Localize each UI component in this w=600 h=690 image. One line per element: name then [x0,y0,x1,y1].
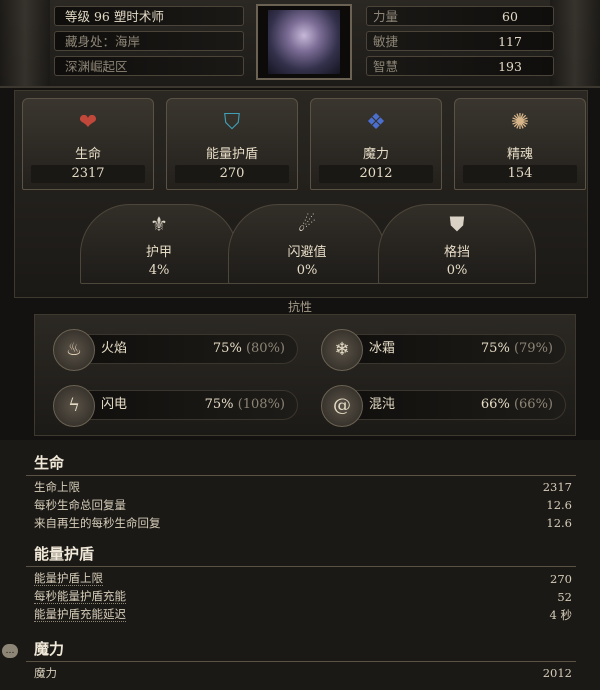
zone-label: 深渊崛起区 [54,56,244,76]
section-title-life: 生命 [34,454,65,472]
level-class-label: 等级 96 塑时术师 [54,6,244,26]
stat-name: 精魂 [506,147,533,162]
resistance-name: 闪电 [101,397,128,412]
attribute-intelligence: 智慧 193 [366,56,554,76]
evasion-icon: ☄ [298,212,316,236]
section-divider [26,566,576,567]
defence-value: 0% [296,263,318,278]
detail-row[interactable]: 魔力 2012 [34,665,572,681]
stat-value: 270 [175,165,289,183]
detail-row[interactable]: 能量护盾充能延迟 4 秒 [34,607,572,623]
lightning-icon: ϟ [53,385,95,427]
defence-name: 闪避值 [287,245,327,260]
character-header: 等级 96 塑时术师 藏身处：海岸 深渊崛起区 力量 60 敏捷 117 智慧 … [0,0,600,88]
resistance-name: 冰霜 [369,341,396,356]
block-icon: ⛊ [449,212,465,236]
portrait-frame[interactable] [256,4,352,80]
stat-name: 生命 [74,147,101,162]
resistance-value: 75% (108%) [204,397,285,412]
stat-name: 魔力 [362,147,389,162]
chaos-icon: @ [321,385,363,427]
detail-row[interactable]: 来自再生的每秒生命回复 12.6 [34,515,572,531]
resistance-value: 66% (66%) [480,397,553,412]
character-portrait [268,10,340,74]
resistance-max: (66%) [513,397,553,412]
detail-row[interactable]: 能量护盾上限 270 [34,571,572,587]
resistance-value: 75% (79%) [480,341,553,356]
defence-name: 格挡 [443,245,470,260]
stat-value: 154 [463,165,577,183]
stat-energy-shield[interactable]: ⛉ 能量护盾 270 [166,98,298,190]
attribute-label: 力量 [373,9,399,24]
attribute-dexterity: 敏捷 117 [366,31,554,51]
defence-value: 4% [148,263,170,278]
section-title-mana: 魔力 [34,640,65,658]
attribute-value: 193 [498,59,522,74]
detail-row[interactable]: 生命上限 2317 [34,479,572,495]
details-panel [0,440,600,690]
hideout-label[interactable]: 藏身处：海岸 [54,31,244,51]
detail-row[interactable]: 每秒能量护盾充能 52 [34,589,572,605]
spirit-icon: ✺ [510,110,530,135]
chat-icon[interactable]: … [2,644,18,658]
statue-decoration-right [550,0,600,86]
attribute-value: 60 [502,9,518,24]
resistance-max: (80%) [245,341,285,356]
attribute-label: 敏捷 [373,34,399,49]
section-divider [26,661,576,662]
stat-spirit[interactable]: ✺ 精魂 154 [454,98,586,190]
section-divider [26,475,576,476]
attribute-value: 117 [498,34,522,49]
attribute-label: 智慧 [373,59,399,74]
defence-evasion[interactable]: ☄ 闪避值 0% [228,204,386,284]
stat-value: 2012 [319,165,433,183]
resistance-max: (79%) [513,341,553,356]
attribute-strength: 力量 60 [366,6,554,26]
defence-armour[interactable]: ⚜ 护甲 4% [80,204,238,284]
stat-value: 2317 [31,165,145,183]
resistance-name: 混沌 [369,397,396,412]
fire-icon: ♨ [53,329,95,371]
resistance-cold[interactable]: ❄ 冰霜 75% (79%) [321,329,566,371]
resistance-name: 火焰 [101,341,128,356]
section-title-energy-shield: 能量护盾 [34,545,95,563]
stat-name: 能量护盾 [205,147,258,162]
defence-block[interactable]: ⛊ 格挡 0% [378,204,536,284]
resistance-fire[interactable]: ♨ 火焰 75% (80%) [53,329,298,371]
resistance-max: (108%) [237,397,285,412]
defence-name: 护甲 [145,245,172,260]
resistance-value: 75% (80%) [212,341,285,356]
defence-value: 0% [446,263,468,278]
resistance-lightning[interactable]: ϟ 闪电 75% (108%) [53,385,298,427]
stat-life[interactable]: ❤ 生命 2317 [22,98,154,190]
armour-icon: ⚜ [150,212,168,236]
heart-icon: ❤ [78,110,98,135]
resistances-title: 抗性 [287,300,312,314]
statue-decoration-left [0,0,50,86]
detail-row[interactable]: 每秒生命总回复量 12.6 [34,497,572,513]
mana-icon: ❖ [366,110,386,135]
stat-mana[interactable]: ❖ 魔力 2012 [310,98,442,190]
shield-icon: ⛉ [223,110,241,135]
cold-icon: ❄ [321,329,363,371]
resistance-chaos[interactable]: @ 混沌 66% (66%) [321,385,566,427]
